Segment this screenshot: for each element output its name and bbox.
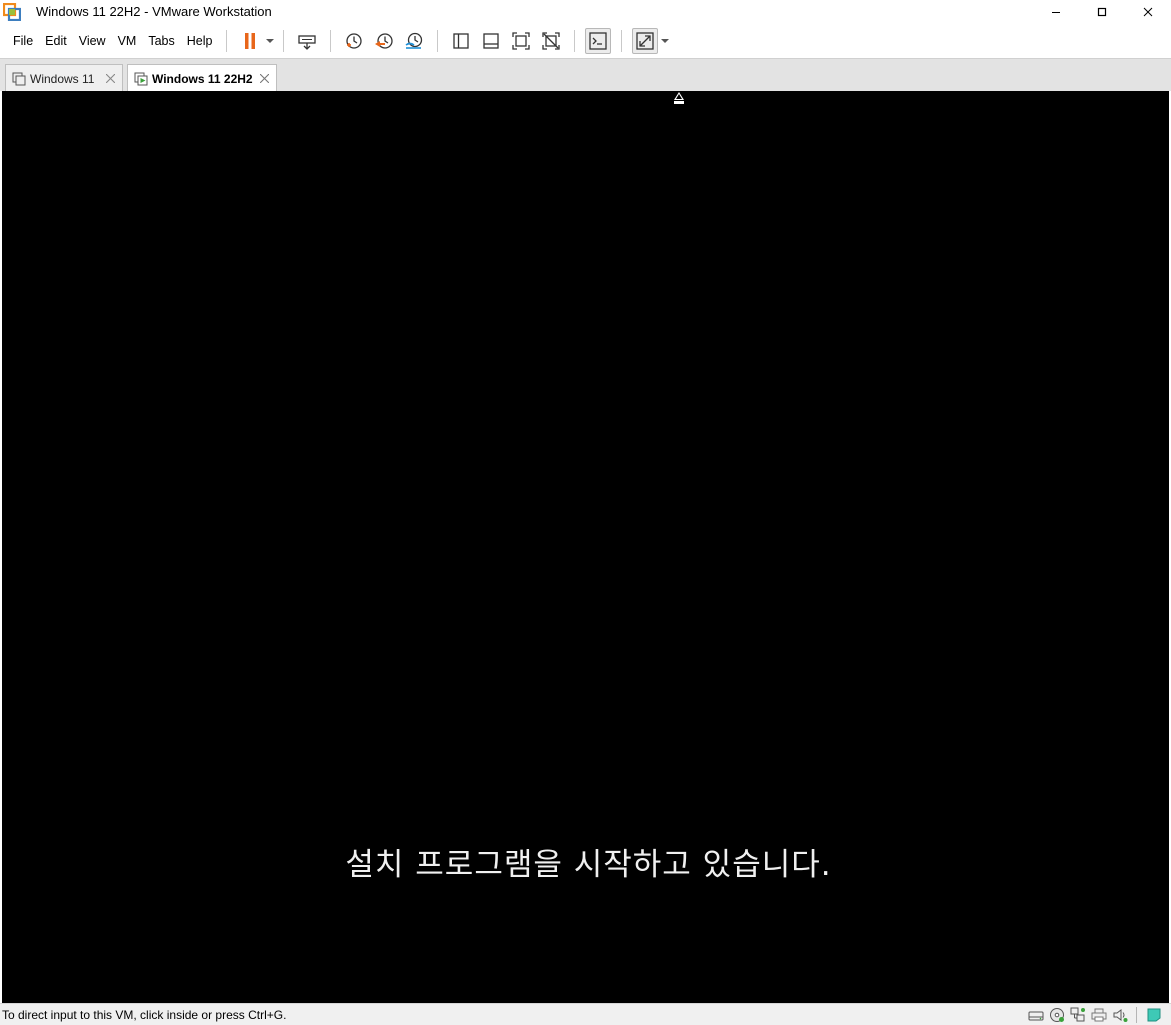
toolbar-separator [437,30,439,52]
menu-view[interactable]: View [73,30,112,52]
menu-help[interactable]: Help [181,30,219,52]
show-thumbnail-bar-button[interactable] [478,28,504,54]
status-hint-text: To direct input to this VM, click inside… [2,1008,287,1022]
message-log-button[interactable] [1145,1006,1163,1024]
tab-strip: Windows 11 Windows 11 22H2 [0,58,1171,92]
pause-button[interactable] [237,28,263,54]
sound-card-status[interactable] [1111,1006,1129,1024]
take-snapshot-button[interactable] [341,28,367,54]
cd-dvd-status[interactable] [1048,1006,1066,1024]
show-library-button[interactable] [448,28,474,54]
close-icon [259,74,269,83]
send-ctrl-alt-del-icon [298,35,317,50]
setup-status-message: 설치 프로그램을 시작하고 있습니다. [2,839,1169,884]
close-icon [105,74,115,83]
power-dropdown-button[interactable] [265,28,275,54]
menu-tabs[interactable]: Tabs [142,30,180,52]
printer-status[interactable] [1090,1006,1108,1024]
chevron-down-icon [266,39,275,43]
network-adapter-status[interactable] [1069,1006,1087,1024]
snapshot-manager-icon [405,32,423,49]
toolbar-separator [283,30,285,52]
console-icon [589,32,608,50]
console-view-button[interactable] [585,28,612,54]
unity-icon [542,32,561,50]
vm-running-icon [134,72,148,85]
title-bar: Windows 11 22H2 - VMware Workstation [0,0,1171,24]
setup-status-text: 설치 프로그램을 시작하고 있습니다. [345,847,832,883]
send-ctrl-alt-del-button[interactable] [294,28,320,54]
minimize-icon [1052,12,1060,13]
maximize-icon [1097,7,1107,17]
chevron-down-icon [661,39,670,43]
tab-close-button[interactable] [103,72,117,86]
toolbar-separator [574,30,576,52]
close-icon [1143,7,1153,17]
minimize-button[interactable] [1033,0,1079,24]
full-screen-button[interactable] [508,28,534,54]
stretch-dropdown-button[interactable] [660,28,670,54]
menu-vm[interactable]: VM [112,30,143,52]
status-bar: To direct input to this VM, click inside… [0,1003,1171,1025]
sound-card-icon [1113,1009,1128,1022]
cd-dvd-icon [1050,1008,1064,1022]
tab-close-button[interactable] [257,72,271,86]
vm-console[interactable]: 설치 프로그램을 시작하고 있습니다. [2,91,1169,1003]
status-separator [1136,1007,1137,1023]
toolbar: File Edit View VM Tabs Help [0,24,1171,58]
pause-icon [245,33,256,49]
vm-icon [12,72,26,85]
hard-disk-status[interactable] [1027,1006,1045,1024]
full-screen-icon [512,32,531,50]
tab-label: Windows 11 22H2 [152,71,253,86]
printer-icon [1091,1008,1107,1022]
device-status-icons [1024,1006,1163,1024]
stretch-guest-icon [636,32,655,50]
hard-disk-icon [1028,1011,1044,1021]
tab-windows-11-22h2[interactable]: Windows 11 22H2 [127,64,277,92]
menu-edit[interactable]: Edit [39,30,73,52]
toolbar-separator [330,30,332,52]
revert-snapshot-icon [375,33,394,49]
stretch-guest-button[interactable] [632,28,659,54]
message-log-icon [1147,1008,1161,1022]
window-controls [1033,0,1171,24]
toolbar-separator [226,30,228,52]
snapshot-manager-button[interactable] [401,28,427,54]
tab-windows-11[interactable]: Windows 11 [5,64,123,92]
snapshot-icon [346,33,363,49]
vmware-logo-icon [3,3,21,21]
vm-toolbar-pin-icon[interactable] [673,91,685,105]
close-button[interactable] [1125,0,1171,24]
menu-file[interactable]: File [7,30,39,52]
library-view-icon [453,33,470,49]
maximize-button[interactable] [1079,0,1125,24]
revert-snapshot-button[interactable] [371,28,397,54]
unity-button[interactable] [538,28,564,54]
network-adapter-icon [1070,1007,1085,1022]
thumbnail-bar-icon [483,33,500,49]
tab-label: Windows 11 [30,71,95,86]
toolbar-separator [621,30,623,52]
window-title: Windows 11 22H2 - VMware Workstation [36,4,272,19]
